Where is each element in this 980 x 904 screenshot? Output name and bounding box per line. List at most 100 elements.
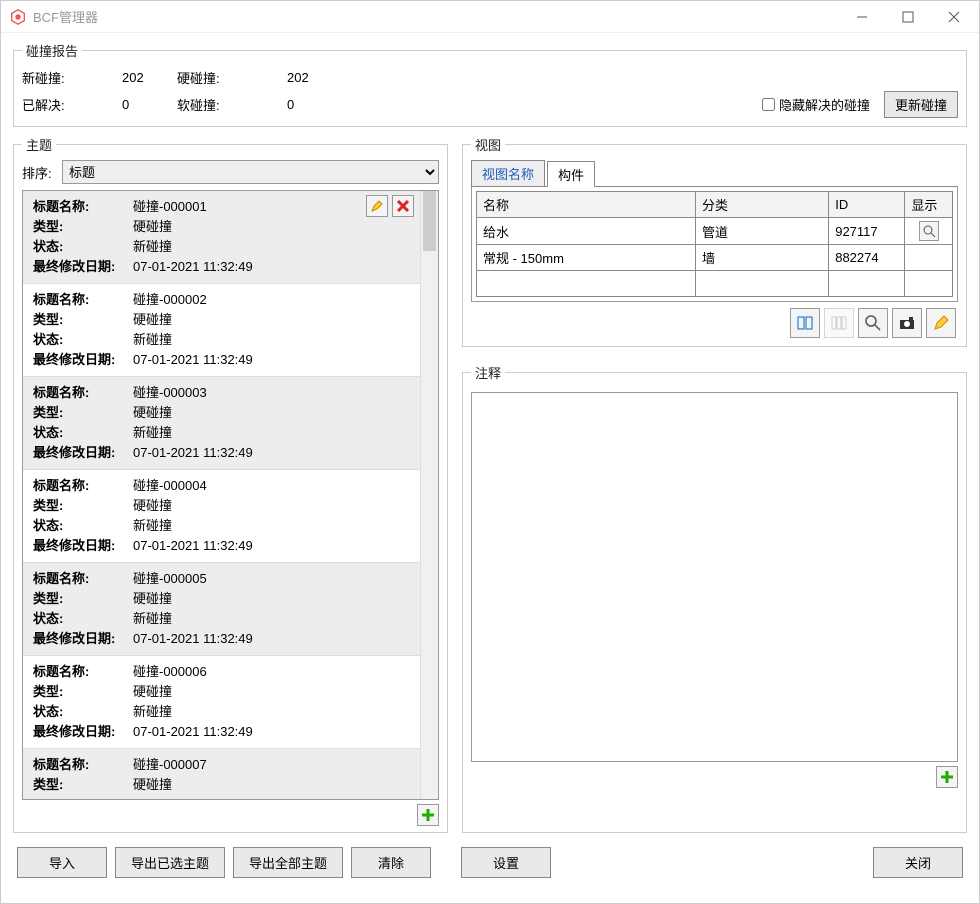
topic-item[interactable]: 标题名称:碰撞-000004类型:硬碰撞状态:新碰撞最终修改日期:07-01-2…	[23, 470, 420, 563]
topic-scrollbar[interactable]	[420, 191, 438, 799]
field-value: 新碰撞	[133, 609, 172, 629]
edit-icon[interactable]	[926, 308, 956, 338]
export-all-button[interactable]: 导出全部主题	[233, 847, 343, 878]
soft-collision-label: 软碰撞:	[177, 95, 287, 114]
field-value: 硬碰撞	[133, 403, 172, 423]
field-value: 硬碰撞	[133, 682, 172, 702]
field-value: 07-01-2021 11:32:49	[133, 536, 253, 556]
topic-list[interactable]: 标题名称:碰撞-000001类型:硬碰撞状态:新碰撞最终修改日期:07-01-2…	[23, 191, 420, 799]
field-value: 新碰撞	[133, 237, 172, 257]
settings-button[interactable]: 设置	[461, 847, 551, 878]
hide-solved-checkbox[interactable]: 隐藏解决的碰撞	[762, 95, 870, 114]
topic-item[interactable]: 标题名称:碰撞-000001类型:硬碰撞状态:新碰撞最终修改日期:07-01-2…	[23, 191, 420, 284]
field-label: 状态:	[33, 609, 133, 629]
tab-component[interactable]: 构件	[547, 161, 595, 187]
col-category[interactable]: 分类	[695, 192, 828, 218]
view-tool-2	[824, 308, 854, 338]
close-button[interactable]: 关闭	[873, 847, 963, 878]
export-selected-button[interactable]: 导出已选主题	[115, 847, 225, 878]
scrollbar-thumb[interactable]	[423, 191, 436, 251]
field-label: 类型:	[33, 403, 133, 423]
field-value: 新碰撞	[133, 516, 172, 536]
field-label: 状态:	[33, 330, 133, 350]
hard-collision-value: 202	[287, 70, 958, 85]
new-collision-label: 新碰撞:	[22, 68, 122, 87]
new-collision-value: 202	[122, 70, 177, 85]
topic-item[interactable]: 标题名称:碰撞-000003类型:硬碰撞状态:新碰撞最终修改日期:07-01-2…	[23, 377, 420, 470]
topics-group: 主题 排序: 标题 标题名称:碰撞-000001类型:硬碰撞状态:新碰撞最终修改…	[13, 135, 448, 833]
field-label: 标题名称:	[33, 476, 133, 496]
field-label: 最终修改日期:	[33, 257, 133, 277]
hard-collision-label: 硬碰撞:	[177, 68, 287, 87]
topics-legend: 主题	[22, 135, 56, 154]
component-table: 名称 分类 ID 显示 给水管道927117常规 - 150mm墙882274	[476, 191, 953, 297]
cell-id: 927117	[829, 218, 905, 245]
zoom-icon[interactable]	[858, 308, 888, 338]
cell-id: 882274	[829, 245, 905, 271]
window-title: BCF管理器	[33, 7, 839, 26]
field-label: 标题名称:	[33, 290, 133, 310]
magnify-icon[interactable]	[919, 221, 939, 241]
minimize-button[interactable]	[839, 2, 885, 32]
field-label: 最终修改日期:	[33, 350, 133, 370]
field-value: 07-01-2021 11:32:49	[133, 257, 253, 277]
cell-name: 常规 - 150mm	[477, 245, 696, 271]
field-label: 标题名称:	[33, 662, 133, 682]
notes-group: 注释	[462, 363, 967, 833]
close-window-button[interactable]	[931, 2, 977, 32]
notes-area[interactable]	[471, 392, 958, 762]
field-label: 标题名称:	[33, 383, 133, 403]
field-label: 类型:	[33, 682, 133, 702]
field-label: 标题名称:	[33, 755, 133, 775]
field-label: 类型:	[33, 775, 133, 795]
camera-icon[interactable]	[892, 308, 922, 338]
app-icon	[9, 8, 27, 26]
cell-show[interactable]	[905, 245, 953, 271]
hide-solved-label: 隐藏解决的碰撞	[779, 95, 870, 114]
notes-legend: 注释	[471, 363, 505, 382]
solved-label: 已解决:	[22, 95, 122, 114]
tab-view-name[interactable]: 视图名称	[471, 160, 545, 186]
field-label: 状态:	[33, 516, 133, 536]
field-value: 新碰撞	[133, 702, 172, 722]
hide-solved-input[interactable]	[762, 98, 775, 111]
field-value: 硬碰撞	[133, 217, 172, 237]
field-label: 状态:	[33, 702, 133, 722]
cell-name: 给水	[477, 218, 696, 245]
maximize-button[interactable]	[885, 2, 931, 32]
delete-topic-icon[interactable]	[392, 195, 414, 217]
update-collision-button[interactable]: 更新碰撞	[884, 91, 958, 118]
topic-item[interactable]: 标题名称:碰撞-000005类型:硬碰撞状态:新碰撞最终修改日期:07-01-2…	[23, 563, 420, 656]
field-label: 状态:	[33, 237, 133, 257]
view-tool-1[interactable]	[790, 308, 820, 338]
add-topic-button[interactable]	[417, 804, 439, 826]
field-value: 07-01-2021 11:32:49	[133, 350, 253, 370]
topic-item[interactable]: 标题名称:碰撞-000002类型:硬碰撞状态:新碰撞最终修改日期:07-01-2…	[23, 284, 420, 377]
field-value: 碰撞-000005	[133, 569, 207, 589]
field-value: 碰撞-000004	[133, 476, 207, 496]
table-row[interactable]: 给水管道927117	[477, 218, 953, 245]
table-row-empty	[477, 271, 953, 297]
solved-value: 0	[122, 97, 177, 112]
table-row[interactable]: 常规 - 150mm墙882274	[477, 245, 953, 271]
cell-show[interactable]	[905, 218, 953, 245]
topic-item[interactable]: 标题名称:碰撞-000007类型:硬碰撞	[23, 749, 420, 799]
col-id[interactable]: ID	[829, 192, 905, 218]
topic-item[interactable]: 标题名称:碰撞-000006类型:硬碰撞状态:新碰撞最终修改日期:07-01-2…	[23, 656, 420, 749]
field-value: 碰撞-000001	[133, 197, 207, 217]
titlebar: BCF管理器	[1, 1, 979, 33]
import-button[interactable]: 导入	[17, 847, 107, 878]
field-label: 最终修改日期:	[33, 629, 133, 649]
sort-select[interactable]: 标题	[62, 160, 439, 184]
sort-label: 排序:	[22, 163, 62, 182]
field-value: 新碰撞	[133, 423, 172, 443]
clear-button[interactable]: 清除	[351, 847, 431, 878]
add-note-button[interactable]	[936, 766, 958, 788]
col-show[interactable]: 显示	[905, 192, 953, 218]
col-name[interactable]: 名称	[477, 192, 696, 218]
field-value: 碰撞-000003	[133, 383, 207, 403]
field-value: 07-01-2021 11:32:49	[133, 722, 253, 742]
edit-topic-icon[interactable]	[366, 195, 388, 217]
field-value: 07-01-2021 11:32:49	[133, 443, 253, 463]
field-label: 标题名称:	[33, 197, 133, 217]
